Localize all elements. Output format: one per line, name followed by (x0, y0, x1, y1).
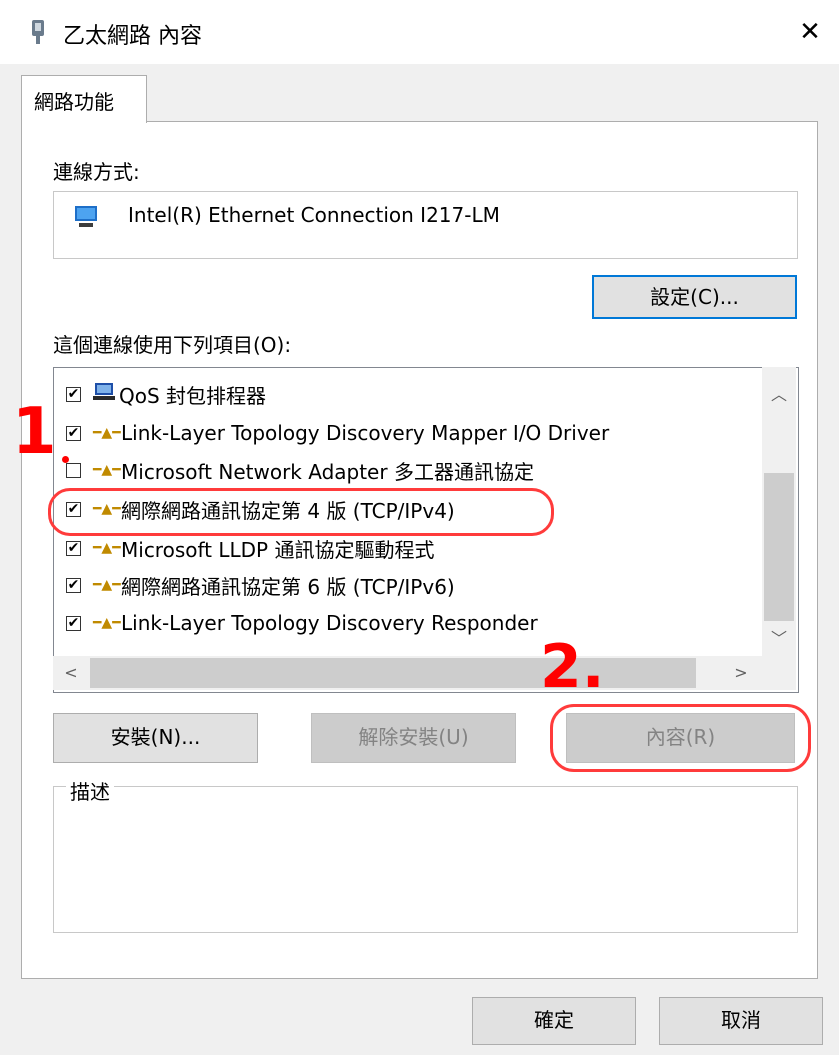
protocol-icon: ━▲━ (93, 615, 121, 631)
protocol-icon: ━▲━ (93, 540, 121, 556)
item-label: Microsoft Network Adapter 多工器通訊協定 (121, 459, 534, 484)
item-label: 網際網路通訊協定第 6 版 (TCP/IPv6) (121, 574, 455, 599)
nic-icon (74, 204, 100, 234)
scroll-up-icon[interactable]: ︿ (764, 380, 794, 410)
protocol-icon: ━▲━ (93, 425, 121, 441)
configure-button[interactable]: 設定(C)... (592, 275, 797, 319)
list-item[interactable]: ━▲━ Microsoft Network Adapter 多工器通訊協定 (66, 453, 534, 487)
scroll-down-icon[interactable]: ﹀ (764, 624, 794, 654)
install-button[interactable]: 安裝(N)... (53, 713, 258, 763)
close-button[interactable]: ✕ (790, 12, 830, 52)
item-checkbox[interactable]: ✔ (66, 615, 81, 631)
list-item[interactable]: ✔ ━▲━ Link-Layer Topology Discovery Mapp… (66, 416, 609, 450)
description-group (53, 786, 798, 933)
item-label: Microsoft LLDP 通訊協定驅動程式 (121, 537, 435, 562)
network-adapter-icon (30, 20, 46, 50)
cancel-button[interactable]: 取消 (659, 997, 823, 1045)
item-label: Link-Layer Topology Discovery Responder (121, 611, 538, 635)
scroll-right-icon[interactable]: > (726, 658, 756, 688)
protocol-icon: ━▲━ (93, 577, 121, 593)
adapter-name: Intel(R) Ethernet Connection I217-LM (128, 203, 500, 227)
item-checkbox[interactable]: ✔ (66, 425, 81, 441)
annotation-dot (62, 456, 69, 463)
tab-networking-label: 網路功能 (34, 90, 114, 114)
vertical-scroll-thumb[interactable] (764, 473, 794, 621)
items-label: 這個連線使用下列項目(O): (53, 333, 292, 357)
protocol-icon: ━▲━ (93, 462, 121, 478)
connect-using-label: 連線方式: (53, 160, 140, 184)
list-item[interactable]: ✔ QoS 封包排程器 (66, 377, 266, 411)
item-checkbox[interactable]: ✔ (66, 386, 81, 402)
annotation-step-1: 1 (12, 395, 57, 469)
window-title: 乙太網路 內容 (63, 24, 202, 49)
description-label: 描述 (66, 776, 114, 805)
annotation-highlight-ipv4 (48, 488, 554, 536)
annotation-step-2: 2. (540, 632, 605, 702)
list-item[interactable]: ✔ ━▲━ 網際網路通訊協定第 6 版 (TCP/IPv6) (66, 568, 455, 602)
qos-scheduler-icon (93, 382, 115, 407)
item-label: Link-Layer Topology Discovery Mapper I/O… (121, 421, 610, 445)
item-checkbox[interactable]: ✔ (66, 577, 81, 593)
item-checkbox[interactable]: ✔ (66, 540, 81, 556)
list-item[interactable]: ✔ ━▲━ Microsoft LLDP 通訊協定驅動程式 (66, 531, 434, 565)
annotation-highlight-properties (550, 704, 811, 772)
scroll-left-icon[interactable]: < (56, 658, 86, 688)
horizontal-scroll-thumb[interactable] (90, 658, 696, 688)
item-label: QoS 封包排程器 (119, 383, 267, 408)
uninstall-button[interactable]: 解除安裝(U) (311, 713, 516, 763)
list-item[interactable]: ✔ ━▲━ Link-Layer Topology Discovery Resp… (66, 606, 538, 640)
ok-button[interactable]: 確定 (472, 997, 636, 1045)
item-checkbox[interactable] (66, 462, 81, 478)
